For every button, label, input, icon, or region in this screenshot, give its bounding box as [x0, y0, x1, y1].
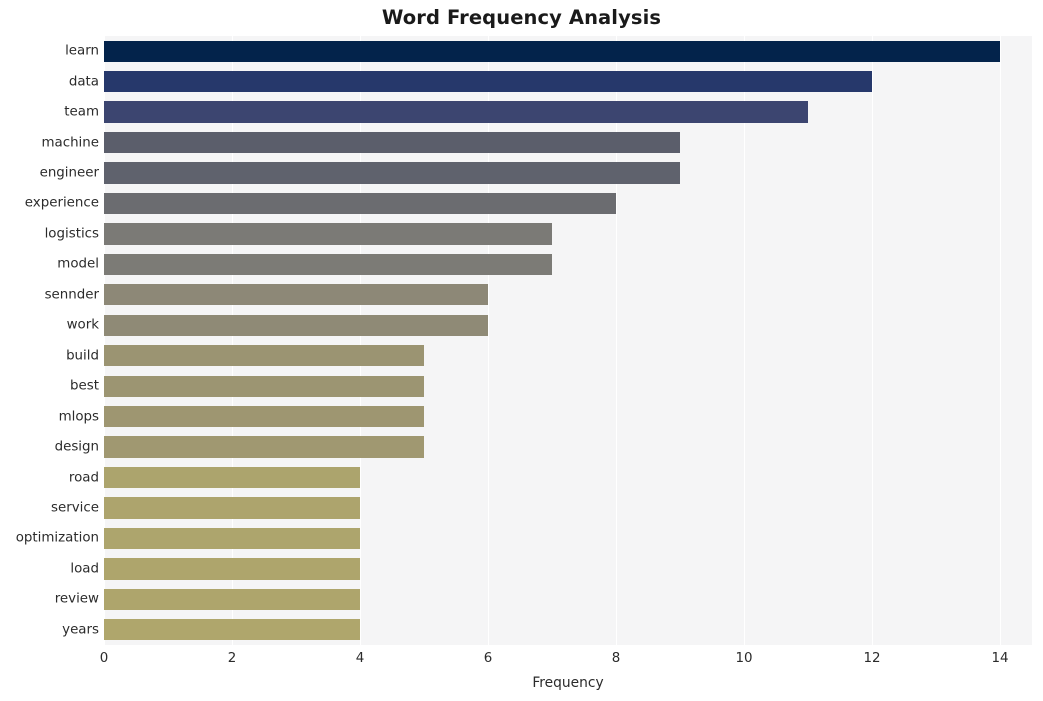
bar-design[interactable]	[104, 436, 424, 458]
y-tick-label-design: design	[54, 439, 99, 455]
bar-build[interactable]	[104, 345, 424, 367]
bar-logistics[interactable]	[104, 223, 552, 245]
x-tick-label-8: 8	[611, 651, 621, 666]
x-tick-label-4: 4	[355, 651, 365, 666]
bar-service[interactable]	[104, 497, 360, 519]
bar-best[interactable]	[104, 375, 424, 397]
plot-area	[104, 36, 1032, 645]
bar-data[interactable]	[104, 71, 872, 93]
bar-experience[interactable]	[104, 192, 616, 215]
x-tick-label-2: 2	[227, 651, 237, 666]
x-tick-label-12: 12	[863, 651, 881, 666]
x-tick-label-0: 0	[99, 651, 109, 666]
bar-row	[104, 284, 1032, 306]
y-tick-label-best: best	[70, 378, 99, 394]
y-tick-label-review: review	[54, 591, 99, 607]
bar-years[interactable]	[104, 619, 360, 641]
bar-row	[104, 314, 1032, 336]
x-axis-title: Frequency	[532, 675, 604, 691]
bar-row	[104, 101, 1032, 123]
chart-title: Word Frequency Analysis	[381, 6, 662, 29]
bar-row	[104, 375, 1032, 397]
bar-review[interactable]	[104, 588, 360, 610]
y-tick-label-years: years	[62, 622, 99, 638]
y-tick-label-service: service	[51, 500, 99, 516]
bar-learn[interactable]	[104, 40, 1000, 62]
bar-row	[104, 588, 1032, 610]
x-tick-label-10: 10	[735, 651, 753, 666]
y-tick-label-work: work	[66, 317, 99, 333]
y-tick-label-learn: learn	[65, 43, 99, 59]
bar-row	[104, 619, 1032, 641]
x-tick-label-6: 6	[483, 651, 493, 666]
bar-sennder[interactable]	[104, 284, 488, 306]
word-frequency-chart: Word Frequency Analysis learn data team mac…	[0, 0, 1043, 701]
bar-row	[104, 466, 1032, 489]
bar-engineer[interactable]	[104, 162, 680, 184]
y-tick-label-data: data	[68, 74, 99, 90]
y-tick-label-load: load	[70, 561, 99, 577]
y-tick-label-optimization: optimization	[15, 530, 99, 546]
bar-row	[104, 253, 1032, 276]
bar-work[interactable]	[104, 314, 488, 336]
y-tick-label-experience: experience	[24, 195, 99, 211]
bar-row	[104, 71, 1032, 93]
y-tick-label-logistics: logistics	[44, 226, 99, 242]
bar-road[interactable]	[104, 466, 360, 489]
x-tick-label-14: 14	[991, 651, 1009, 666]
bar-row	[104, 192, 1032, 215]
bar-row	[104, 405, 1032, 428]
bar-row	[104, 527, 1032, 550]
y-tick-label-team: team	[64, 104, 99, 120]
bar-row	[104, 558, 1032, 580]
bar-load[interactable]	[104, 558, 360, 580]
bar-model[interactable]	[104, 253, 552, 276]
y-tick-label-mlops: mlops	[58, 409, 99, 425]
y-tick-label-sennder: sennder	[44, 287, 99, 303]
bar-row	[104, 162, 1032, 184]
bar-row	[104, 497, 1032, 519]
bar-row	[104, 223, 1032, 245]
y-tick-label-build: build	[66, 348, 99, 364]
y-tick-label-model: model	[57, 256, 99, 272]
bar-machine[interactable]	[104, 131, 680, 154]
bar-row	[104, 345, 1032, 367]
bar-row	[104, 436, 1032, 458]
bar-row	[104, 131, 1032, 154]
y-tick-label-machine: machine	[41, 135, 99, 151]
y-tick-label-engineer: engineer	[39, 165, 99, 181]
bar-mlops[interactable]	[104, 405, 424, 428]
bar-optimization[interactable]	[104, 527, 360, 550]
bars-layer	[104, 36, 1032, 645]
bar-team[interactable]	[104, 101, 808, 123]
y-tick-label-road: road	[68, 470, 99, 486]
bar-row	[104, 40, 1032, 62]
